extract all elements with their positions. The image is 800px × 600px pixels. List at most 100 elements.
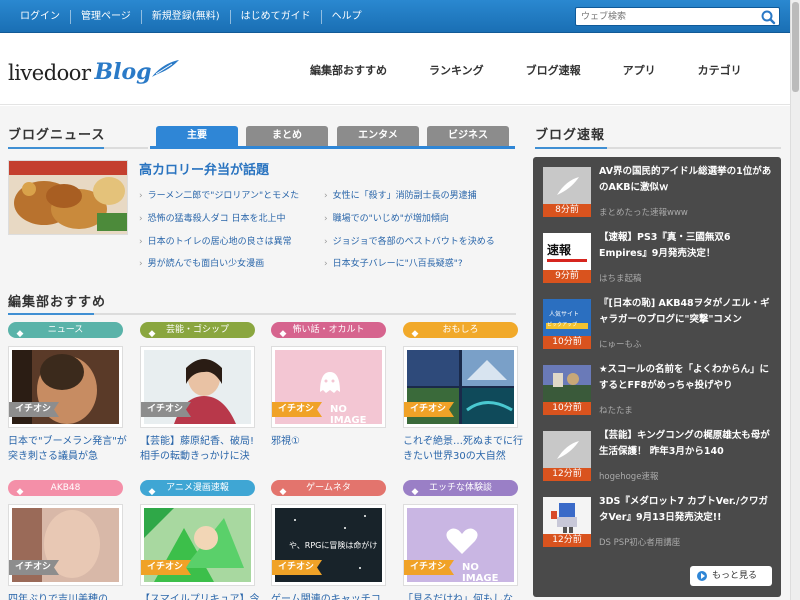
top-links: ログイン 管理ページ 新規登録(無料) はじめてガイド ヘルプ <box>10 0 372 33</box>
article-card[interactable]: イチオシ <box>8 504 123 586</box>
category-label-adult[interactable]: ◆ エッチな体験談 <box>403 480 518 497</box>
news-item[interactable]: ラーメン二郎で"ジロリアン"とモメた <box>139 188 300 201</box>
category-label-funny[interactable]: ◆ おもしろ <box>403 322 518 339</box>
news-headline-image[interactable] <box>8 160 128 235</box>
svg-text:ピックアップ: ピックアップ <box>547 322 577 328</box>
pick-ribbon: イチオシ <box>141 560 192 575</box>
news-item[interactable]: 職場での"いじめ"が増加傾向 <box>324 211 449 224</box>
news-item[interactable]: 日本のトイレの居心地の良さは異常 <box>139 234 292 247</box>
flash-title[interactable]: 3DS『メダロット7 カブトVer./クワガタVer』9月13日発売決定!! <box>599 494 775 526</box>
flash-item[interactable]: 8分前 AV界の国民的アイドル総選挙の1位があのAKBに激似ｗ まとめたった速報… <box>541 164 773 222</box>
news-item[interactable]: 恐怖の猛毒殺人ダコ 日本を北上中 <box>139 211 286 224</box>
flash-thumbnail: 12分前 <box>543 431 591 481</box>
tag-icon: ◆ <box>411 487 419 497</box>
flash-title[interactable]: 【速報】PS3『真・三國無双6 Empires』9月発売決定！ <box>599 230 775 262</box>
news-headline[interactable]: 高カロリー弁当が話題 <box>139 159 269 178</box>
flash-source[interactable]: hogehoge速報 <box>599 470 658 482</box>
scrollbar-thumb[interactable] <box>792 2 799 92</box>
article-title[interactable]: 「見るだけね」何もしな <box>403 592 523 600</box>
tab-main[interactable]: 主要 <box>156 126 238 146</box>
flash-item[interactable]: 12分前 3DS『メダロット7 カブトVer./クワガタVer』9月13日発売決… <box>541 494 773 552</box>
nav-blog-flash[interactable]: ブログ速報 <box>526 62 581 78</box>
tag-icon: ◆ <box>148 329 156 339</box>
flash-item[interactable]: 速報 9分前 【速報】PS3『真・三國無双6 Empires』9月発売決定！ は… <box>541 230 773 288</box>
nav-category[interactable]: カテゴリ <box>698 62 742 78</box>
pick-ribbon: イチオシ <box>9 560 60 575</box>
category-label-anime[interactable]: ◆ アニメ漫画速報 <box>140 480 255 497</box>
article-title[interactable]: 【芸能】藤原紀香、破局!相手の転動きっかけに決 <box>140 434 260 464</box>
news-item[interactable]: 男が読んでも面白い少女漫画 <box>139 256 265 269</box>
blog-news-underline <box>8 147 148 149</box>
article-title[interactable]: これぞ絶景…死ぬまでに行きたい世界30の大自然 <box>403 434 523 464</box>
login-link[interactable]: ログイン <box>10 9 71 24</box>
blog-flash-title: ブログ速報 <box>535 128 606 143</box>
see-more-button[interactable]: もっと見る <box>690 566 772 586</box>
logo-livedoor-text: livedoor <box>8 61 91 85</box>
admin-page-link[interactable]: 管理ページ <box>71 9 142 24</box>
register-link[interactable]: 新規登録(無料) <box>142 9 231 24</box>
flash-title[interactable]: 『[日本の恥] AKB48ヲタがノエル・ギャラガーのブログに"突撃"コメン <box>599 296 775 328</box>
site-header: livedoor Blog 編集部おすすめ ランキング ブログ速報 アプリ カテ… <box>0 33 790 105</box>
tab-business[interactable]: ビジネス <box>427 126 509 146</box>
flash-item[interactable]: 12分前 【芸能】キングコングの梶原雄太も母が生活保護！ 昨年3月から140 h… <box>541 428 773 486</box>
news-item[interactable]: ジョジョで各部のベストバウトを決める <box>324 234 495 247</box>
flash-item[interactable]: 人気サイト ピックアップ 10分前 『[日本の恥] AKB48ヲタがノエル・ギャラ… <box>541 296 773 354</box>
blog-news-title: ブログニュース <box>8 128 106 143</box>
nav-editor-picks[interactable]: 編集部おすすめ <box>310 62 387 78</box>
search-icon[interactable] <box>760 9 776 25</box>
no-image-text: NO IMAGE <box>462 562 499 582</box>
help-link[interactable]: ヘルプ <box>322 10 372 24</box>
tag-icon: ◆ <box>279 487 287 497</box>
flash-source[interactable]: まとめたった速報www <box>599 206 688 218</box>
category-label-entertainment[interactable]: ◆ 芸能・ゴシップ <box>140 322 255 339</box>
tag-icon: ◆ <box>16 329 24 339</box>
search-box <box>575 7 780 26</box>
category-label-game[interactable]: ◆ ゲームネタ <box>271 480 386 497</box>
flash-source[interactable]: DS PSP初心者用講座 <box>599 536 680 548</box>
flash-time: 12分前 <box>543 534 591 547</box>
category-label-akb48[interactable]: ◆ AKB48 <box>8 480 123 497</box>
editor-picks-underline <box>8 313 516 315</box>
flash-item[interactable]: 10分前 ★スコールの名前を「よくわからん」にするとFF8がめっちゃ投げやり ね… <box>541 362 773 420</box>
flash-title[interactable]: ★スコールの名前を「よくわからん」にするとFF8がめっちゃ投げやり <box>599 362 775 394</box>
article-card[interactable]: イチオシ <box>8 346 123 428</box>
category-label-news[interactable]: ◆ ニュース <box>8 322 123 339</box>
article-title[interactable]: 【スマイルプリキュア】今 <box>140 592 260 600</box>
article-card[interactable]: や、RPGに冒険は命がけ イチオシ <box>271 504 386 586</box>
flash-time: 12分前 <box>543 468 591 481</box>
article-card[interactable]: イチオシ <box>140 504 255 586</box>
flash-title[interactable]: 【芸能】キングコングの梶原雄太も母が生活保護！ 昨年3月から140 <box>599 428 775 460</box>
tab-entame[interactable]: エンタメ <box>337 126 419 146</box>
flash-title[interactable]: AV界の国民的アイドル総選挙の1位があのAKBに激似ｗ <box>599 164 775 196</box>
article-card[interactable]: イチオシ <box>140 346 255 428</box>
news-item[interactable]: 日本女子バレーに"八百長疑惑"? <box>324 256 463 269</box>
article-title[interactable]: 日本で"ブーメラン発言"が突き刺さる議員が急 <box>8 434 128 464</box>
flash-thumbnail: 速報 9分前 <box>543 233 591 283</box>
flash-source[interactable]: はちま起稿 <box>599 272 642 284</box>
logo-blog-text: Blog <box>94 59 152 85</box>
article-title[interactable]: 四年ぶりで吉川美穂の <box>8 592 128 600</box>
flash-source[interactable]: ねたたま <box>599 404 633 416</box>
article-title[interactable]: 邪視① <box>271 434 391 449</box>
svg-text:や、RPGに冒険は命がけ: や、RPGに冒険は命がけ <box>289 540 377 550</box>
article-card[interactable]: イチオシ <box>403 346 518 428</box>
article-card[interactable]: NO IMAGE イチオシ <box>403 504 518 586</box>
nav-apps[interactable]: アプリ <box>623 62 656 78</box>
tag-icon: ◆ <box>16 487 24 497</box>
page-scrollbar[interactable] <box>790 0 800 600</box>
pick-ribbon: イチオシ <box>404 402 455 417</box>
pick-ribbon: イチオシ <box>141 402 192 417</box>
news-item[interactable]: 女性に「殺す」消防副士長の男逮捕 <box>324 188 477 201</box>
article-title[interactable]: ゲーム関連のキャッチコ <box>271 592 391 600</box>
article-card[interactable]: NO IMAGE イチオシ <box>271 346 386 428</box>
livedoor-blog-logo[interactable]: livedoor Blog <box>8 55 180 85</box>
blog-flash-panel: 8分前 AV界の国民的アイドル総選挙の1位があのAKBに激似ｗ まとめたった速報… <box>533 157 781 597</box>
flash-source[interactable]: にゅーもふ <box>599 338 642 350</box>
tab-matome[interactable]: まとめ <box>246 126 328 146</box>
editor-picks-title: 編集部おすすめ <box>8 295 107 310</box>
guide-link[interactable]: はじめてガイド <box>231 9 322 24</box>
search-input[interactable] <box>576 8 756 25</box>
nav-ranking[interactable]: ランキング <box>429 62 484 78</box>
play-circle-icon <box>697 571 707 581</box>
category-label-occult[interactable]: ◆ 怖い話・オカルト <box>271 322 386 339</box>
